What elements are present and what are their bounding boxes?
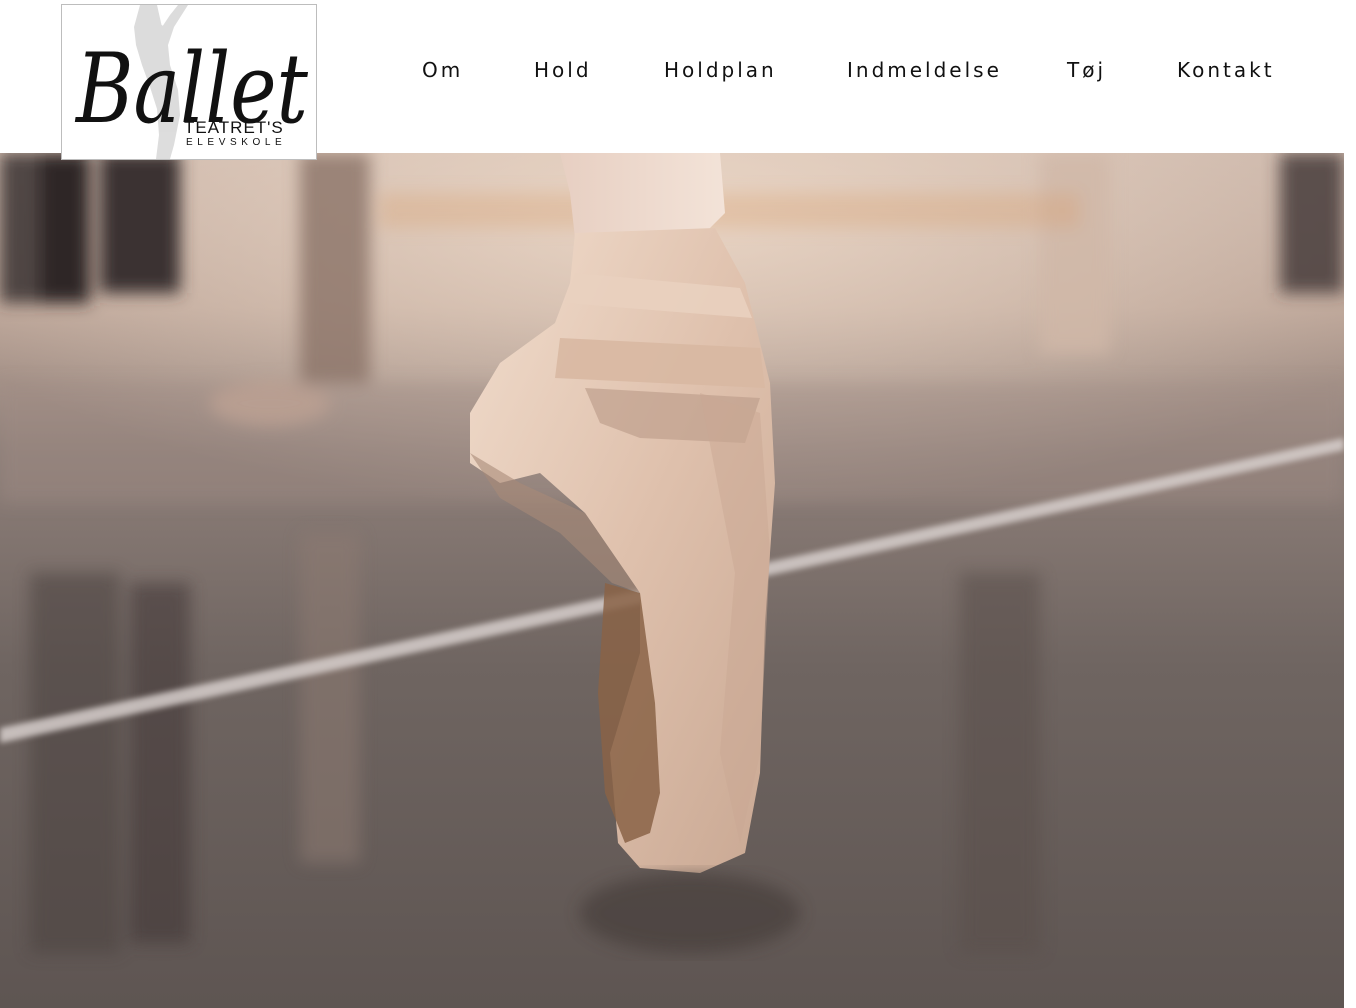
hero-image [0,153,1344,1008]
nav-item-om[interactable]: Om [422,56,463,84]
logo-line-2: ELEVSKOLE [186,137,286,148]
nav-item-kontakt[interactable]: Kontakt [1177,56,1275,84]
right-gutter [1344,153,1356,1008]
logo-graphic: Ballet TEATRET'S ELEVSKOLE [74,5,308,159]
nav-item-toj[interactable]: Tøj [1067,56,1106,84]
nav-item-holdplan[interactable]: Holdplan [664,56,777,84]
logo-line-1: TEATRET'S [184,118,284,137]
page: Om Hold Holdplan Indmeldelse Tøj Kontakt… [0,0,1356,1008]
pointe-shoe-photo [0,153,1344,1008]
nav-item-indmeldelse[interactable]: Indmeldelse [847,56,1002,84]
logo[interactable]: Ballet TEATRET'S ELEVSKOLE [61,4,317,160]
nav-item-hold[interactable]: Hold [534,56,592,84]
